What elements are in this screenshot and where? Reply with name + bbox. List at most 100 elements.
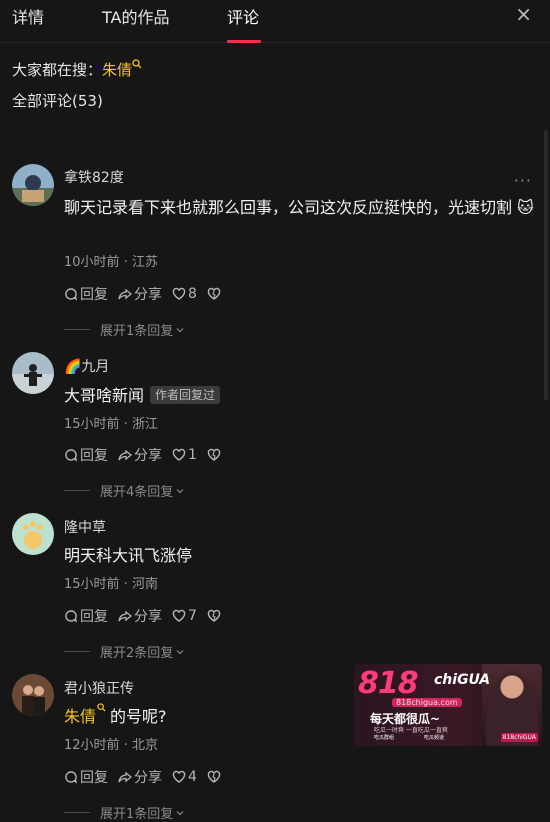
search-keyword-link[interactable]: 朱倩	[102, 61, 132, 79]
watermark-ad: 818 chiGUA 818chigua.com 每天都很瓜~ 吃瓜一时爽 一直…	[354, 664, 542, 746]
chevron-down-icon	[176, 327, 184, 332]
divider	[64, 490, 90, 491]
like-button[interactable]: 8	[172, 286, 197, 302]
reply-label: 回复	[80, 770, 108, 786]
comment-text: 大哥啥新闻 作者回复过	[64, 382, 534, 409]
dislike-button[interactable]	[207, 287, 221, 301]
reply-button[interactable]: 回复	[64, 767, 108, 787]
active-tab-indicator	[227, 40, 261, 43]
like-button[interactable]: 7	[172, 608, 197, 624]
share-button[interactable]: 分享	[118, 445, 162, 465]
avatar[interactable]	[12, 674, 54, 716]
dislike-button[interactable]	[207, 770, 221, 784]
tab-bar: 详情 TA的作品 评论 ×	[0, 0, 550, 43]
expand-replies-label: 展开1条回复	[100, 324, 174, 339]
share-label: 分享	[134, 609, 162, 625]
reply-button[interactable]: 回复	[64, 284, 108, 304]
like-button[interactable]: 4	[172, 769, 197, 785]
comment-time-location: 10小时前 · 江苏	[64, 255, 158, 270]
reply-icon	[65, 610, 78, 623]
chevron-down-icon	[176, 488, 184, 493]
chevron-down-icon	[176, 649, 184, 654]
commenter-name[interactable]: 🌈九月	[64, 356, 109, 376]
divider	[64, 329, 90, 330]
dislike-button[interactable]	[207, 448, 221, 462]
comment-time-location: 15小时前 · 河南	[64, 577, 158, 592]
ad-channel-label: 吃瓜频道	[424, 735, 445, 741]
search-icon	[97, 703, 106, 712]
dislike-button[interactable]	[207, 609, 221, 623]
author-replied-badge: 作者回复过	[150, 386, 221, 404]
scrollbar[interactable]	[544, 130, 548, 400]
share-icon	[118, 610, 132, 622]
expand-replies-label: 展开4条回复	[100, 485, 174, 500]
commenter-name[interactable]: 拿铁82度	[64, 167, 124, 187]
reply-icon	[65, 288, 78, 301]
comment-text-content: 大哥啥新闻	[64, 386, 145, 405]
more-options-icon[interactable]: ···	[514, 171, 532, 190]
comment-time-location: 12小时前 · 北京	[64, 738, 158, 753]
share-icon	[118, 771, 132, 783]
ad-logo: 818	[358, 666, 419, 701]
reply-label: 回复	[80, 287, 108, 303]
reply-button[interactable]: 回复	[64, 445, 108, 465]
reply-icon	[65, 771, 78, 784]
share-button[interactable]: 分享	[118, 767, 162, 787]
expand-replies-label: 展开2条回复	[100, 646, 174, 661]
comment-text-content: 的号呢?	[110, 707, 167, 726]
expand-replies[interactable]: 展开2条回复	[64, 642, 185, 661]
heart-icon	[172, 287, 186, 300]
like-button[interactable]: 1	[172, 447, 197, 463]
broken-heart-icon	[207, 448, 221, 461]
close-icon[interactable]: ×	[515, 2, 532, 26]
commenter-name[interactable]: 君小狼正传	[64, 678, 134, 698]
comment-actions: 回复 分享 7	[64, 606, 221, 626]
comment-text: 聊天记录看下来也就那么回事，公司这次反应挺快的，光速切割 🐱	[64, 198, 534, 217]
search-icon	[132, 59, 142, 69]
like-count: 4	[188, 769, 197, 785]
share-icon	[118, 449, 132, 461]
chevron-down-icon	[176, 810, 184, 815]
comment-time-location: 15小时前 · 浙江	[64, 417, 158, 432]
ad-url: 818chigua.com	[392, 698, 462, 707]
avatar[interactable]	[12, 164, 54, 206]
comment-text: 明天科大讯飞涨停	[64, 546, 193, 565]
tab-details[interactable]: 详情	[12, 4, 44, 28]
avatar[interactable]	[12, 352, 54, 394]
reply-label: 回复	[80, 609, 108, 625]
like-count: 1	[188, 447, 197, 463]
expand-replies[interactable]: 展开1条回复	[64, 803, 185, 822]
heart-icon	[172, 609, 186, 622]
expand-replies-label: 展开1条回复	[100, 807, 174, 822]
comment-actions: 回复 分享 4	[64, 767, 221, 787]
search-suggestion-prefix: 大家都在搜：	[12, 61, 103, 79]
reply-icon	[65, 449, 78, 462]
share-label: 分享	[134, 770, 162, 786]
tab-works[interactable]: TA的作品	[102, 4, 169, 28]
expand-replies[interactable]: 展开4条回复	[64, 481, 185, 500]
tab-comments[interactable]: 评论	[227, 4, 259, 28]
broken-heart-icon	[207, 287, 221, 300]
avatar[interactable]	[12, 513, 54, 555]
share-icon	[118, 288, 132, 300]
heart-icon	[172, 448, 186, 461]
broken-heart-icon	[207, 770, 221, 783]
heart-icon	[172, 770, 186, 783]
reply-label: 回复	[80, 448, 108, 464]
broken-heart-icon	[207, 609, 221, 622]
reply-button[interactable]: 回复	[64, 606, 108, 626]
search-keyword-link[interactable]: 朱倩	[64, 707, 96, 726]
like-count: 8	[188, 286, 197, 302]
commenter-name[interactable]: 隆中草	[64, 517, 106, 537]
share-button[interactable]: 分享	[118, 284, 162, 304]
ad-group-label: 吃瓜群组	[374, 735, 395, 741]
divider	[64, 812, 90, 813]
divider	[64, 651, 90, 652]
share-label: 分享	[134, 287, 162, 303]
expand-replies[interactable]: 展开1条回复	[64, 320, 185, 339]
share-label: 分享	[134, 448, 162, 464]
like-count: 7	[188, 608, 197, 624]
share-button[interactable]: 分享	[118, 606, 162, 626]
search-suggestion: 大家都在搜：朱倩	[12, 59, 142, 80]
ad-logo-suffix: chiGUA	[434, 672, 491, 688]
